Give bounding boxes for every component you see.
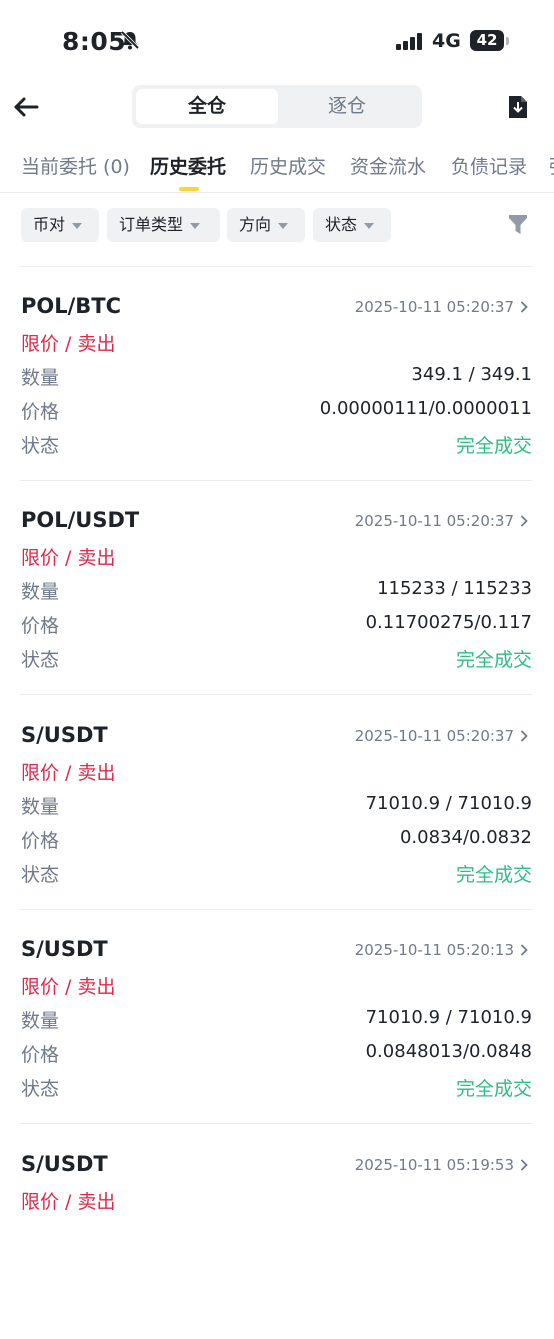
order-datetime: 2025-10-11 05:19:53 <box>354 1156 514 1174</box>
order-pair: POL/USDT <box>21 508 140 532</box>
order-pair: POL/BTC <box>21 294 122 318</box>
quantity-label: 数量 <box>21 1010 60 1032</box>
price-value: 0.11700275/0.117 <box>365 612 532 633</box>
status-value: 完全成交 <box>455 864 532 886</box>
caret-down-icon <box>278 222 289 229</box>
filter-direction[interactable]: 方向 <box>227 208 305 242</box>
chevron-right-icon <box>520 730 528 742</box>
status-label: 状态 <box>21 649 60 671</box>
tab-debt-records[interactable]: 负债记录 <box>451 152 527 179</box>
quantity-value: 349.1 / 349.1 <box>411 364 532 385</box>
order-pair: S/USDT <box>21 937 108 961</box>
order-card[interactable]: S/USDT 2025-10-11 05:20:13 限价 / 卖出 数量 71… <box>0 910 554 1124</box>
tab-order-history[interactable]: 历史委托 <box>150 152 226 179</box>
status-bar: 8:05 4G 42 <box>0 0 554 84</box>
filter-order-type-label: 订单类型 <box>119 215 184 234</box>
order-card[interactable]: S/USDT 2025-10-11 05:19:53 限价 / 卖出 <box>0 1125 554 1339</box>
price-value: 0.0848013/0.0848 <box>365 1041 532 1062</box>
quantity-label: 数量 <box>21 796 60 818</box>
filter-order-type[interactable]: 订单类型 <box>107 208 220 242</box>
filter-pair[interactable]: 币对 <box>21 208 99 242</box>
filter-status[interactable]: 状态 <box>313 208 391 242</box>
caret-down-icon <box>364 222 375 229</box>
price-value: 0.0834/0.0832 <box>399 827 532 848</box>
battery-nub <box>506 37 509 45</box>
chevron-right-icon <box>520 944 528 956</box>
order-datetime: 2025-10-11 05:20:37 <box>354 727 514 745</box>
status-label: 状态 <box>21 864 60 886</box>
price-label: 价格 <box>21 1044 60 1066</box>
order-card[interactable]: POL/USDT 2025-10-11 05:20:37 限价 / 卖出 数量 … <box>0 481 554 695</box>
clock: 8:05 <box>62 27 127 56</box>
order-datetime: 2025-10-11 05:20:37 <box>354 512 514 530</box>
order-side: 限价 / 卖出 <box>21 333 116 355</box>
bell-muted-icon <box>120 30 140 50</box>
battery-level: 42 <box>476 31 498 49</box>
status-label: 状态 <box>21 1078 60 1100</box>
chevron-right-icon <box>520 301 528 313</box>
active-tab-indicator <box>179 187 199 191</box>
tab-funding-flow[interactable]: 资金流水 <box>350 152 426 179</box>
price-value: 0.00000111/0.0000011 <box>319 398 532 419</box>
order-pair: S/USDT <box>21 723 108 747</box>
order-datetime: 2025-10-11 05:20:37 <box>354 298 514 316</box>
margin-mode-toggle: 全仓 逐仓 <box>132 85 422 128</box>
order-side: 限价 / 卖出 <box>21 547 116 569</box>
filter-status-label: 状态 <box>325 215 358 234</box>
filter-direction-label: 方向 <box>239 215 272 234</box>
divider <box>20 1123 532 1124</box>
funnel-filter-icon[interactable] <box>508 214 528 236</box>
filter-pair-label: 币对 <box>33 215 66 234</box>
caret-down-icon <box>190 222 201 229</box>
back-arrow-icon[interactable] <box>12 92 42 122</box>
status-value: 完全成交 <box>455 1078 532 1100</box>
quantity-label: 数量 <box>21 367 60 389</box>
cellular-signal-icon <box>396 33 426 50</box>
quantity-value: 71010.9 / 71010.9 <box>365 793 532 814</box>
battery-icon: 42 <box>470 30 504 51</box>
order-tabs: 当前委托 (0) 历史委托 历史成交 资金流水 负债记录 强 <box>0 140 554 193</box>
price-label: 价格 <box>21 401 60 423</box>
order-side: 限价 / 卖出 <box>21 762 116 784</box>
quantity-value: 115233 / 115233 <box>377 578 532 599</box>
order-pair: S/USDT <box>21 1152 108 1176</box>
chevron-right-icon <box>520 1159 528 1171</box>
order-card[interactable]: POL/BTC 2025-10-11 05:20:37 限价 / 卖出 数量 3… <box>0 267 554 481</box>
price-label: 价格 <box>21 615 60 637</box>
divider <box>20 694 532 695</box>
quantity-value: 71010.9 / 71010.9 <box>365 1007 532 1028</box>
tab-overflow[interactable]: 强 <box>549 152 554 179</box>
order-side: 限价 / 卖出 <box>21 1191 116 1213</box>
download-icon[interactable] <box>506 95 528 119</box>
order-card[interactable]: S/USDT 2025-10-11 05:20:37 限价 / 卖出 数量 71… <box>0 696 554 910</box>
tab-trade-history[interactable]: 历史成交 <box>250 152 326 179</box>
status-label: 状态 <box>21 435 60 457</box>
network-type: 4G <box>432 30 461 52</box>
tab-open-orders[interactable]: 当前委托 (0) <box>21 152 130 179</box>
caret-down-icon <box>72 222 83 229</box>
chevron-right-icon <box>520 515 528 527</box>
price-label: 价格 <box>21 830 60 852</box>
quantity-label: 数量 <box>21 581 60 603</box>
order-datetime: 2025-10-11 05:20:13 <box>354 941 514 959</box>
order-side: 限价 / 卖出 <box>21 976 116 998</box>
filter-bar: 币对 订单类型 方向 状态 <box>0 206 554 244</box>
status-value: 完全成交 <box>455 435 532 457</box>
segment-isolated-margin[interactable]: 逐仓 <box>276 89 418 124</box>
segment-cross-margin[interactable]: 全仓 <box>136 89 278 124</box>
status-value: 完全成交 <box>455 649 532 671</box>
